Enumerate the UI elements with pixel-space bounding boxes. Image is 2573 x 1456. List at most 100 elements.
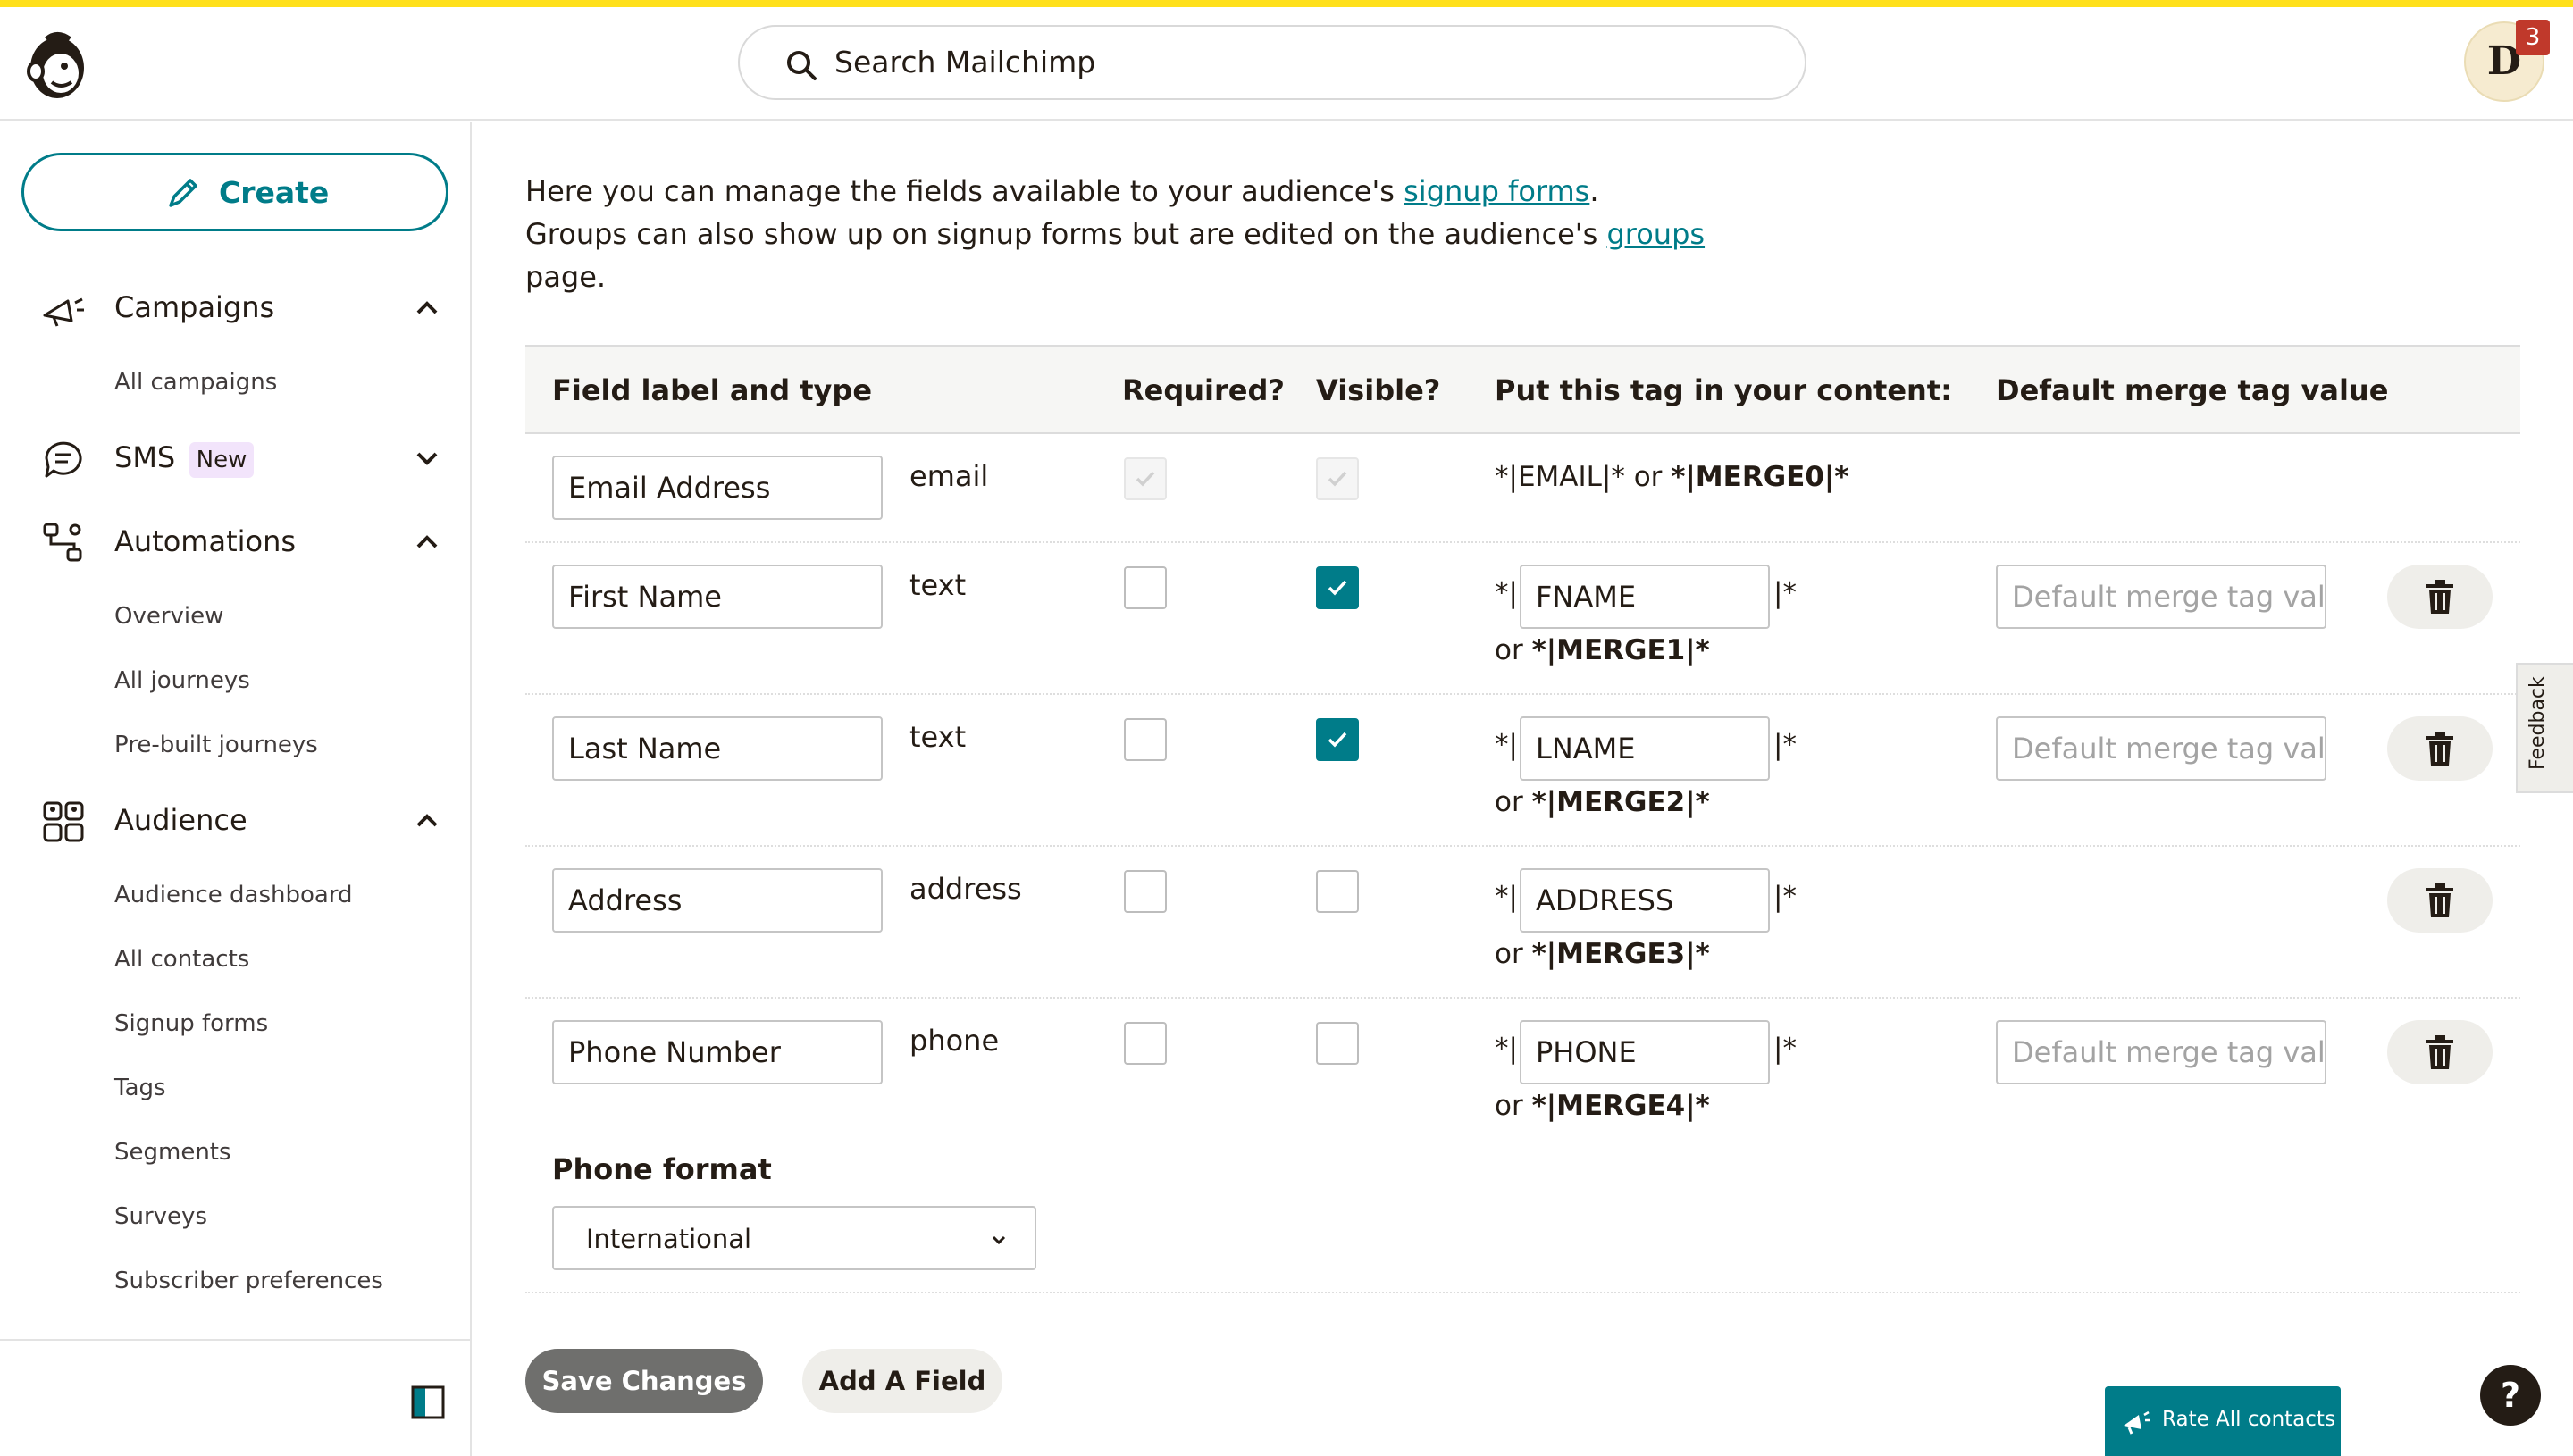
mailchimp-logo-icon[interactable] [21, 27, 93, 104]
visible-checkbox-first-name[interactable] [1316, 566, 1359, 609]
add-field-button[interactable]: Add A Field [802, 1349, 1002, 1413]
field-type-phone: phone [909, 1024, 1000, 1058]
phone-format-value: International [586, 1224, 752, 1254]
chevron-up-icon[interactable] [411, 805, 443, 837]
required-checkbox-first-name[interactable] [1124, 566, 1167, 609]
default-value-input-phone[interactable]: Default merge tag value [1996, 1020, 2326, 1084]
search-bar[interactable]: Search Mailchimp [738, 25, 1806, 100]
visible-checkbox-phone[interactable] [1316, 1022, 1359, 1065]
required-checkbox-last-name[interactable] [1124, 718, 1167, 761]
nav-audience[interactable]: Audience [114, 803, 247, 837]
nav-tags[interactable]: Tags [114, 1075, 166, 1101]
nav-surveys[interactable]: Surveys [114, 1203, 207, 1230]
pencil-icon [169, 179, 197, 207]
row-divider [525, 997, 2520, 999]
nav-subscriber-preferences[interactable]: Subscriber preferences [114, 1268, 383, 1294]
brand-accent-bar [0, 0, 2573, 7]
top-bar: Search Mailchimp D 3 [0, 7, 2573, 121]
field-type-address: address [909, 872, 1022, 906]
audience-icon [43, 801, 84, 842]
nav-campaigns[interactable]: Campaigns [114, 290, 274, 324]
delete-field-button[interactable] [2387, 565, 2493, 629]
field-label-input-address[interactable]: Address [552, 868, 883, 933]
chevron-down-icon [992, 1235, 1006, 1245]
chevron-down-icon[interactable] [411, 442, 443, 474]
trash-icon [2426, 732, 2453, 766]
chevron-up-icon[interactable] [411, 526, 443, 558]
merge-alt-address: or *|MERGE3|* [1495, 938, 1710, 970]
new-badge: New [189, 442, 254, 478]
merge-tag-email-text: *|EMAIL|* or [1495, 461, 1672, 493]
merge-tag-input-address[interactable]: ADDRESS [1520, 868, 1770, 933]
groups-link[interactable]: groups [1606, 217, 1705, 251]
delete-field-button[interactable] [2387, 716, 2493, 781]
merge-code-last-name: *|MERGE2|* [1531, 786, 1710, 818]
required-checkbox-email [1124, 457, 1167, 500]
visible-checkbox-address[interactable] [1316, 870, 1359, 913]
default-value-input-last-name[interactable]: Default merge tag value [1996, 716, 2326, 781]
help-button[interactable]: ? [2480, 1365, 2541, 1426]
delete-field-button[interactable] [2387, 1020, 2493, 1084]
header-required: Required? [1122, 373, 1285, 407]
tag-prefix: *| [1495, 881, 1518, 913]
merge-tag-email: *|EMAIL|* or *|MERGE0|* [1495, 461, 1848, 493]
nav-automations[interactable]: Automations [114, 524, 296, 558]
merge-tag-input-last-name[interactable]: LNAME [1520, 716, 1770, 781]
nav-audience-dashboard[interactable]: Audience dashboard [114, 882, 353, 908]
header-visible: Visible? [1316, 373, 1441, 407]
nav-all-campaigns[interactable]: All campaigns [114, 369, 277, 396]
megaphone-icon [2124, 1410, 2150, 1435]
check-icon [1328, 732, 1347, 748]
tag-suffix: |* [1773, 881, 1797, 913]
or-text: or [1495, 938, 1523, 970]
tag-suffix: |* [1773, 577, 1797, 609]
intro-line-1-text: Here you can manage the fields available… [525, 174, 1404, 208]
delete-field-button[interactable] [2387, 868, 2493, 933]
search-placeholder: Search Mailchimp [834, 45, 1096, 79]
nav-all-journeys[interactable]: All journeys [114, 667, 250, 694]
nav-all-contacts[interactable]: All contacts [114, 946, 249, 973]
collapse-sidebar-icon[interactable] [411, 1385, 445, 1419]
save-changes-button[interactable]: Save Changes [525, 1349, 763, 1413]
nav-overview[interactable]: Overview [114, 603, 223, 630]
rate-button[interactable]: Rate All contacts [2105, 1386, 2341, 1456]
tag-prefix: *| [1495, 1033, 1518, 1065]
sidebar-footer [0, 1339, 470, 1456]
notification-badge[interactable]: 3 [2516, 20, 2550, 55]
signup-forms-link[interactable]: signup forms [1404, 174, 1589, 208]
header-default-value: Default merge tag value [1996, 373, 2389, 407]
create-button[interactable]: Create [21, 153, 448, 231]
nav-prebuilt-journeys[interactable]: Pre-built journeys [114, 732, 318, 758]
intro-line-1: Here you can manage the fields available… [525, 170, 1776, 213]
nav-segments[interactable]: Segments [114, 1139, 231, 1166]
field-type-email: email [909, 459, 989, 493]
feedback-tab[interactable]: Feedback [2516, 663, 2573, 793]
automations-icon [43, 523, 82, 562]
default-value-input-first-name[interactable]: Default merge tag value [1996, 565, 2326, 629]
visible-checkbox-last-name[interactable] [1316, 718, 1359, 761]
required-checkbox-address[interactable] [1124, 870, 1167, 913]
merge-code-address: *|MERGE3|* [1531, 938, 1710, 970]
field-label-input-first-name[interactable]: First Name [552, 565, 883, 629]
check-icon [1136, 471, 1155, 487]
intro-line-2: Groups can also show up on signup forms … [525, 213, 1776, 255]
phone-format-select[interactable]: International [552, 1206, 1036, 1270]
field-label-input-email[interactable]: Email Address [552, 456, 883, 520]
row-divider [525, 541, 2520, 543]
field-label-input-last-name[interactable]: Last Name [552, 716, 883, 781]
nav-signup-forms[interactable]: Signup forms [114, 1010, 268, 1037]
nav-sms[interactable]: SMS [114, 440, 175, 474]
check-icon [1328, 580, 1347, 596]
or-text: or [1495, 786, 1523, 818]
merge-tag-input-first-name[interactable]: FNAME [1520, 565, 1770, 629]
field-label-input-phone[interactable]: Phone Number [552, 1020, 883, 1084]
merge-tag-input-phone[interactable]: PHONE [1520, 1020, 1770, 1084]
chevron-up-icon[interactable] [411, 292, 443, 324]
required-checkbox-phone[interactable] [1124, 1022, 1167, 1065]
search-icon [787, 51, 817, 80]
field-type-last-name: text [909, 720, 967, 754]
merge-alt-last-name: or *|MERGE2|* [1495, 786, 1710, 818]
tag-suffix: |* [1773, 1033, 1797, 1065]
row-divider [525, 693, 2520, 695]
megaphone-icon [43, 297, 84, 327]
